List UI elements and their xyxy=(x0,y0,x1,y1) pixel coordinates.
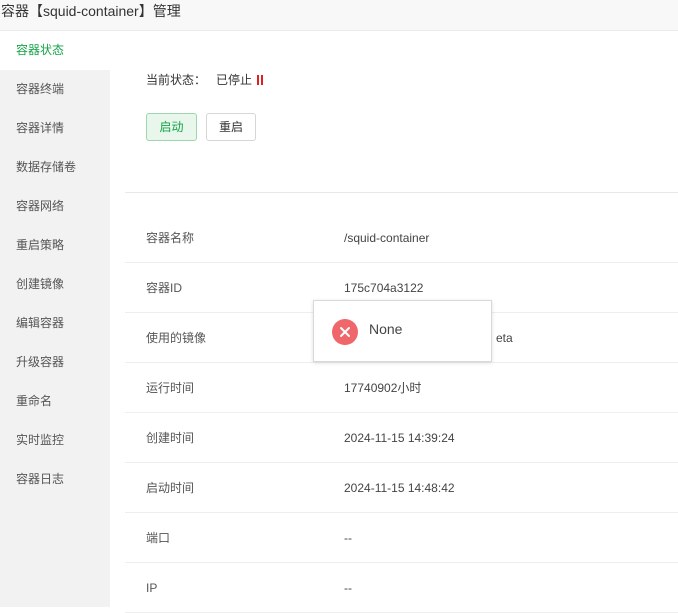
sidebar-item-container-status[interactable]: 容器状态 xyxy=(0,31,110,70)
detail-value: 17740902小时 xyxy=(344,381,422,395)
restart-button[interactable]: 重启 xyxy=(206,113,256,141)
sidebar-item-rename[interactable]: 重命名 xyxy=(0,382,110,421)
error-toast: None xyxy=(313,300,492,362)
detail-value: 2024-11-15 14:48:42 xyxy=(344,481,455,495)
sidebar-item-restart-policy[interactable]: 重启策略 xyxy=(0,226,110,265)
detail-key: 创建时间 xyxy=(146,431,195,445)
sidebar-item-create-image[interactable]: 创建镜像 xyxy=(0,265,110,304)
sidebar: 容器状态 容器终端 容器详情 数据存储卷 容器网络 重启策略 创建镜像 编辑容器… xyxy=(0,31,110,607)
detail-key: 端口 xyxy=(146,531,171,545)
detail-key: 容器ID xyxy=(146,281,183,295)
window-titlebar: 容器【squid-container】管理 xyxy=(0,0,678,31)
detail-row-ports: 端口 -- xyxy=(125,513,678,563)
detail-value: -- xyxy=(344,581,352,595)
sidebar-item-data-volumes[interactable]: 数据存储卷 xyxy=(0,148,110,187)
sidebar-item-realtime-monitor[interactable]: 实时监控 xyxy=(0,421,110,460)
sidebar-item-container-network[interactable]: 容器网络 xyxy=(0,187,110,226)
detail-row-ip: IP -- xyxy=(125,563,678,613)
pause-icon xyxy=(256,75,264,85)
error-icon xyxy=(332,319,358,345)
sidebar-item-container-details[interactable]: 容器详情 xyxy=(0,109,110,148)
start-button[interactable]: 启动 xyxy=(146,113,197,141)
window-title: 容器【squid-container】管理 xyxy=(1,3,181,19)
sidebar-item-container-logs[interactable]: 容器日志 xyxy=(0,460,110,499)
detail-value: -- xyxy=(344,531,352,545)
detail-key: 启动时间 xyxy=(146,481,195,495)
section-divider xyxy=(125,192,678,193)
detail-key: 运行时间 xyxy=(146,381,195,395)
detail-row-started: 启动时间 2024-11-15 14:48:42 xyxy=(125,463,678,513)
detail-value: eta xyxy=(496,331,513,345)
status-text: 已停止 xyxy=(216,73,253,87)
sidebar-item-upgrade-container[interactable]: 升级容器 xyxy=(0,343,110,382)
detail-key: 容器名称 xyxy=(146,231,195,245)
detail-key: 使用的镜像 xyxy=(146,331,207,345)
detail-value: 2024-11-15 14:39:24 xyxy=(344,431,455,445)
detail-row-name: 容器名称 /squid-container xyxy=(125,213,678,263)
detail-key: IP xyxy=(146,581,158,595)
sidebar-item-edit-container[interactable]: 编辑容器 xyxy=(0,304,110,343)
status-label: 当前状态： xyxy=(146,73,207,87)
toast-message: None xyxy=(369,321,403,337)
sidebar-item-container-terminal[interactable]: 容器终端 xyxy=(0,70,110,109)
detail-row-uptime: 运行时间 17740902小时 xyxy=(125,363,678,413)
detail-value: /squid-container xyxy=(344,231,430,245)
detail-row-created: 创建时间 2024-11-15 14:39:24 xyxy=(125,413,678,463)
status-value: 已停止 xyxy=(216,71,264,88)
